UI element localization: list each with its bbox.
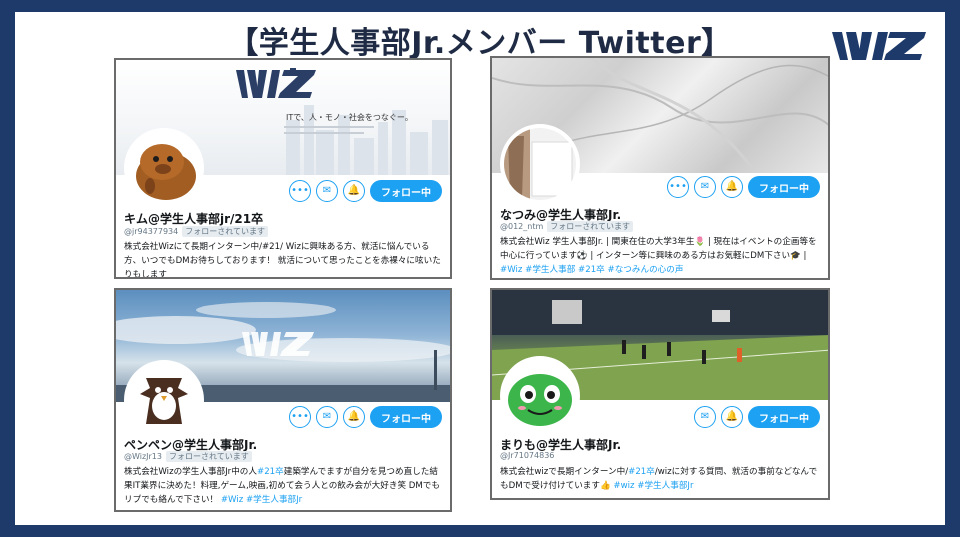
user-handle: @012_ntm フォローされています [500, 221, 634, 232]
notification-button[interactable]: 🔔 [721, 176, 743, 198]
user-handle: @Jr71074836 [500, 451, 555, 460]
hashtags: #Wiz #学生人事部 #21卒 #なつみんの心の声 [500, 265, 684, 275]
svg-text:ITで、人・モノ・社会をつなぐー。: ITで、人・モノ・社会をつなぐー。 [286, 112, 413, 122]
display-name: キム@学生人事部jr/21卒 [124, 212, 264, 226]
profile-card-natsumi: ••• ✉ 🔔 フォロー中 なつみ@学生人事部Jr. @012_ntm フォローさ… [490, 56, 830, 280]
profile-actions: ••• ✉ 🔔 フォロー中 [289, 406, 442, 428]
mail-icon: ✉ [700, 181, 710, 192]
hashtags: #Wiz #学生人事部Jr [220, 495, 303, 505]
mail-icon: ✉ [700, 411, 710, 422]
profile-bio: 株式会社Wizにて長期インターン中/#21/ Wizに興味ある方、就活に悩んでい… [124, 242, 441, 279]
profile-bio: 株式会社wizで長期インターン中/#21卒/wizに対する質問、就活の事前などな… [500, 467, 818, 491]
follows-you-badge: フォローされています [547, 221, 634, 232]
avatar [500, 124, 580, 204]
bell-icon: 🔔 [725, 411, 739, 422]
message-button[interactable]: ✉ [694, 406, 716, 428]
message-button[interactable]: ✉ [316, 180, 338, 202]
wiz-logo [832, 32, 926, 60]
mail-icon: ✉ [322, 185, 332, 196]
follow-button[interactable]: フォロー中 [748, 406, 820, 428]
profile-card-penpen: ••• ✉ 🔔 フォロー中 ペンペン@学生人事部Jr. @WizJr13 フォロー… [114, 288, 452, 512]
profile-card-kim: ITで、人・モノ・社会をつなぐー。 ••• ✉ 🔔 フォロー中 キム@学生人事部… [114, 58, 452, 279]
avatar [124, 128, 204, 208]
follows-you-badge: フォローされています [165, 451, 252, 462]
follow-button[interactable]: フォロー中 [370, 180, 442, 202]
marimo-avatar [504, 360, 576, 432]
penguin-avatar [128, 364, 200, 436]
follows-you-badge: フォローされています [182, 226, 268, 237]
profile-bio: 株式会社Wiz 学生人事部Jr. | 関東在住の大学3年生🌷 | 現在はイベント… [500, 237, 817, 275]
notification-button[interactable]: 🔔 [343, 180, 365, 202]
user-handle: @jr94377934 フォローされています [124, 226, 268, 237]
bell-icon: 🔔 [347, 411, 361, 422]
profile-bio: 株式会社Wizの学生人事部Jr中の人#21卒建築学んでますが自分を見つめ直した結… [124, 467, 440, 505]
avatar [500, 356, 580, 436]
message-button[interactable]: ✉ [694, 176, 716, 198]
photo-avatar [504, 128, 576, 200]
notification-button[interactable]: 🔔 [343, 406, 365, 428]
follow-button[interactable]: フォロー中 [370, 406, 442, 428]
profile-actions: ••• ✉ 🔔 フォロー中 [289, 180, 442, 202]
capybara-avatar [128, 132, 200, 204]
profile-actions: ✉ 🔔 フォロー中 [694, 406, 820, 428]
message-button[interactable]: ✉ [316, 406, 338, 428]
bell-icon: 🔔 [347, 185, 361, 196]
bell-icon: 🔔 [725, 181, 739, 192]
more-options-button[interactable]: ••• [289, 406, 311, 428]
avatar [124, 360, 204, 440]
more-options-button[interactable]: ••• [667, 176, 689, 198]
more-options-button[interactable]: ••• [289, 180, 311, 202]
mail-icon: ✉ [322, 411, 332, 422]
user-handle: @WizJr13 フォローされています [124, 451, 252, 462]
follow-button[interactable]: フォロー中 [748, 176, 820, 198]
notification-button[interactable]: 🔔 [721, 406, 743, 428]
hashtags: #wiz #学生人事部Jr [613, 481, 694, 491]
profile-actions: ••• ✉ 🔔 フォロー中 [667, 176, 820, 198]
profile-card-marimo: ✉ 🔔 フォロー中 まりも@学生人事部Jr. @Jr71074836 株式会社w… [490, 288, 830, 500]
